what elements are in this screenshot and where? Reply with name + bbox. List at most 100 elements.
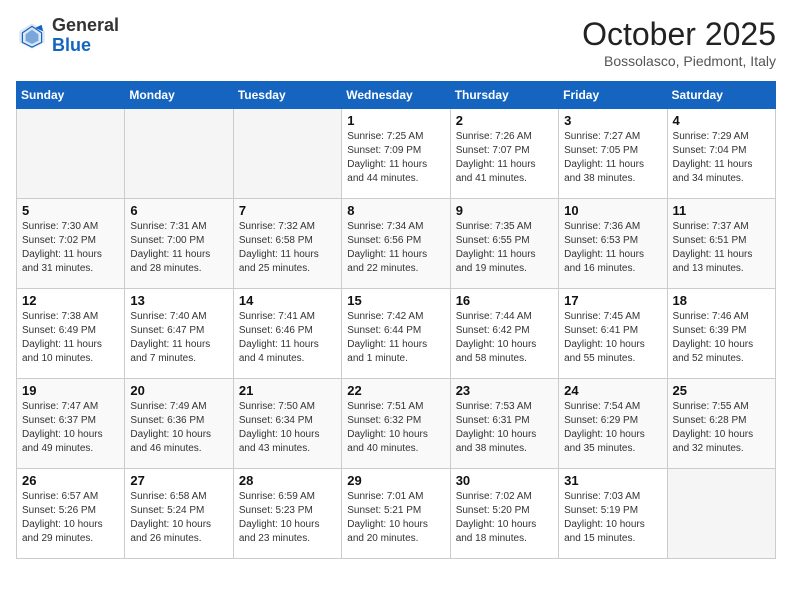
day-info: Sunrise: 7:53 AM Sunset: 6:31 PM Dayligh…: [456, 400, 553, 456]
day-number: 2: [456, 113, 553, 128]
calendar-header: SundayMondayTuesdayWednesdayThursdayFrid…: [17, 82, 776, 109]
day-number: 4: [673, 113, 770, 128]
calendar-cell: [125, 109, 233, 199]
calendar-cell: 29Sunrise: 7:01 AM Sunset: 5:21 PM Dayli…: [342, 469, 450, 559]
day-info: Sunrise: 6:58 AM Sunset: 5:24 PM Dayligh…: [130, 490, 227, 546]
calendar-cell: 23Sunrise: 7:53 AM Sunset: 6:31 PM Dayli…: [450, 379, 558, 469]
calendar-cell: 31Sunrise: 7:03 AM Sunset: 5:19 PM Dayli…: [559, 469, 667, 559]
logo-blue-text: Blue: [52, 36, 119, 56]
day-number: 30: [456, 473, 553, 488]
day-info: Sunrise: 7:27 AM Sunset: 7:05 PM Dayligh…: [564, 130, 661, 186]
header-day-tuesday: Tuesday: [233, 82, 341, 109]
calendar-cell: 19 Sunrise: 7:47 AM Sunset: 6:37 PM Dayli…: [17, 379, 125, 469]
calendar-cell: 18Sunrise: 7:46 AM Sunset: 6:39 PM Dayli…: [667, 289, 775, 379]
location-text: Bossolasco, Piedmont, Italy: [582, 53, 776, 69]
calendar-cell: 13 Sunrise: 7:40 AM Sunset: 6:47 PM Dayli…: [125, 289, 233, 379]
calendar-cell: 4Sunrise: 7:29 AM Sunset: 7:04 PM Daylig…: [667, 109, 775, 199]
day-number: 22: [347, 383, 444, 398]
day-info: Sunrise: 7:32 AM Sunset: 6:58 PM Dayligh…: [239, 220, 336, 276]
calendar-cell: 3 Sunrise: 7:27 AM Sunset: 7:05 PM Daylig…: [559, 109, 667, 199]
header-day-thursday: Thursday: [450, 82, 558, 109]
calendar-cell: 2 Sunrise: 7:26 AM Sunset: 7:07 PM Daylig…: [450, 109, 558, 199]
calendar-cell: 28Sunrise: 6:59 AM Sunset: 5:23 PM Dayli…: [233, 469, 341, 559]
calendar-cell: 10Sunrise: 7:36 AM Sunset: 6:53 PM Dayli…: [559, 199, 667, 289]
day-info: Sunrise: 7:31 AM Sunset: 7:00 PM Dayligh…: [130, 220, 227, 276]
day-info: Sunrise: 7:30 AM Sunset: 7:02 PM Dayligh…: [22, 220, 119, 276]
calendar-cell: [233, 109, 341, 199]
day-info: Sunrise: 7:50 AM Sunset: 6:34 PM Dayligh…: [239, 400, 336, 456]
day-number: 29: [347, 473, 444, 488]
header-day-sunday: Sunday: [17, 82, 125, 109]
day-number: 14: [239, 293, 336, 308]
day-info: Sunrise: 7:55 AM Sunset: 6:28 PM Dayligh…: [673, 400, 770, 456]
day-info: Sunrise: 7:25 AM Sunset: 7:09 PM Dayligh…: [347, 130, 444, 186]
day-info: Sunrise: 7:49 AM Sunset: 6:36 PM Dayligh…: [130, 400, 227, 456]
logo-general-text: General: [52, 16, 119, 36]
calendar-cell: 16Sunrise: 7:44 AM Sunset: 6:42 PM Dayli…: [450, 289, 558, 379]
day-number: 12: [22, 293, 119, 308]
day-info: Sunrise: 7:34 AM Sunset: 6:56 PM Dayligh…: [347, 220, 444, 276]
header-day-monday: Monday: [125, 82, 233, 109]
day-info: Sunrise: 7:41 AM Sunset: 6:46 PM Dayligh…: [239, 310, 336, 366]
calendar-cell: 12 Sunrise: 7:38 AM Sunset: 6:49 PM Dayli…: [17, 289, 125, 379]
day-number: 17: [564, 293, 661, 308]
header-row: SundayMondayTuesdayWednesdayThursdayFrid…: [17, 82, 776, 109]
day-number: 24: [564, 383, 661, 398]
calendar-cell: 5 Sunrise: 7:30 AM Sunset: 7:02 PM Daylig…: [17, 199, 125, 289]
title-block: October 2025 Bossolasco, Piedmont, Italy: [582, 16, 776, 69]
calendar-cell: 17 Sunrise: 7:45 AM Sunset: 6:41 PM Dayli…: [559, 289, 667, 379]
day-number: 25: [673, 383, 770, 398]
day-number: 31: [564, 473, 661, 488]
day-number: 8: [347, 203, 444, 218]
day-number: 15: [347, 293, 444, 308]
logo-icon: [16, 20, 48, 52]
header-day-saturday: Saturday: [667, 82, 775, 109]
calendar-cell: 1Sunrise: 7:25 AM Sunset: 7:09 PM Daylig…: [342, 109, 450, 199]
calendar-cell: 11Sunrise: 7:37 AM Sunset: 6:51 PM Dayli…: [667, 199, 775, 289]
day-number: 27: [130, 473, 227, 488]
day-info: Sunrise: 7:26 AM Sunset: 7:07 PM Dayligh…: [456, 130, 553, 186]
calendar-cell: 25 Sunrise: 7:55 AM Sunset: 6:28 PM Dayli…: [667, 379, 775, 469]
day-info: Sunrise: 7:02 AM Sunset: 5:20 PM Dayligh…: [456, 490, 553, 546]
day-info: Sunrise: 7:38 AM Sunset: 6:49 PM Dayligh…: [22, 310, 119, 366]
calendar-cell: 15Sunrise: 7:42 AM Sunset: 6:44 PM Dayli…: [342, 289, 450, 379]
day-info: Sunrise: 7:46 AM Sunset: 6:39 PM Dayligh…: [673, 310, 770, 366]
day-number: 6: [130, 203, 227, 218]
calendar-week-5: 26Sunrise: 6:57 AM Sunset: 5:26 PM Dayli…: [17, 469, 776, 559]
calendar-cell: 27 Sunrise: 6:58 AM Sunset: 5:24 PM Dayli…: [125, 469, 233, 559]
header-day-wednesday: Wednesday: [342, 82, 450, 109]
calendar-week-1: 1Sunrise: 7:25 AM Sunset: 7:09 PM Daylig…: [17, 109, 776, 199]
header-day-friday: Friday: [559, 82, 667, 109]
calendar-cell: 22 Sunrise: 7:51 AM Sunset: 6:32 PM Dayli…: [342, 379, 450, 469]
logo: General Blue: [16, 16, 119, 56]
day-number: 13: [130, 293, 227, 308]
calendar-cell: 26Sunrise: 6:57 AM Sunset: 5:26 PM Dayli…: [17, 469, 125, 559]
calendar-cell: [17, 109, 125, 199]
calendar-week-2: 5 Sunrise: 7:30 AM Sunset: 7:02 PM Daylig…: [17, 199, 776, 289]
day-number: 20: [130, 383, 227, 398]
day-info: Sunrise: 7:51 AM Sunset: 6:32 PM Dayligh…: [347, 400, 444, 456]
day-number: 5: [22, 203, 119, 218]
calendar-cell: 24 Sunrise: 7:54 AM Sunset: 6:29 PM Dayli…: [559, 379, 667, 469]
calendar-cell: 20 Sunrise: 7:49 AM Sunset: 6:36 PM Dayli…: [125, 379, 233, 469]
day-number: 10: [564, 203, 661, 218]
day-info: Sunrise: 7:37 AM Sunset: 6:51 PM Dayligh…: [673, 220, 770, 276]
calendar-week-3: 12 Sunrise: 7:38 AM Sunset: 6:49 PM Dayli…: [17, 289, 776, 379]
calendar-cell: 6 Sunrise: 7:31 AM Sunset: 7:00 PM Daylig…: [125, 199, 233, 289]
day-info: Sunrise: 7:44 AM Sunset: 6:42 PM Dayligh…: [456, 310, 553, 366]
calendar-cell: 30 Sunrise: 7:02 AM Sunset: 5:20 PM Dayli…: [450, 469, 558, 559]
day-info: Sunrise: 7:40 AM Sunset: 6:47 PM Dayligh…: [130, 310, 227, 366]
page-header: General Blue October 2025 Bossolasco, Pi…: [16, 16, 776, 69]
day-info: Sunrise: 7:47 AM Sunset: 6:37 PM Dayligh…: [22, 400, 119, 456]
calendar-cell: 8 Sunrise: 7:34 AM Sunset: 6:56 PM Daylig…: [342, 199, 450, 289]
day-number: 19: [22, 383, 119, 398]
calendar-cell: 21 Sunrise: 7:50 AM Sunset: 6:34 PM Dayli…: [233, 379, 341, 469]
day-info: Sunrise: 7:45 AM Sunset: 6:41 PM Dayligh…: [564, 310, 661, 366]
calendar-body: 1Sunrise: 7:25 AM Sunset: 7:09 PM Daylig…: [17, 109, 776, 559]
day-number: 21: [239, 383, 336, 398]
calendar-cell: 7Sunrise: 7:32 AM Sunset: 6:58 PM Daylig…: [233, 199, 341, 289]
month-title: October 2025: [582, 16, 776, 53]
day-number: 3: [564, 113, 661, 128]
day-info: Sunrise: 7:54 AM Sunset: 6:29 PM Dayligh…: [564, 400, 661, 456]
day-number: 26: [22, 473, 119, 488]
